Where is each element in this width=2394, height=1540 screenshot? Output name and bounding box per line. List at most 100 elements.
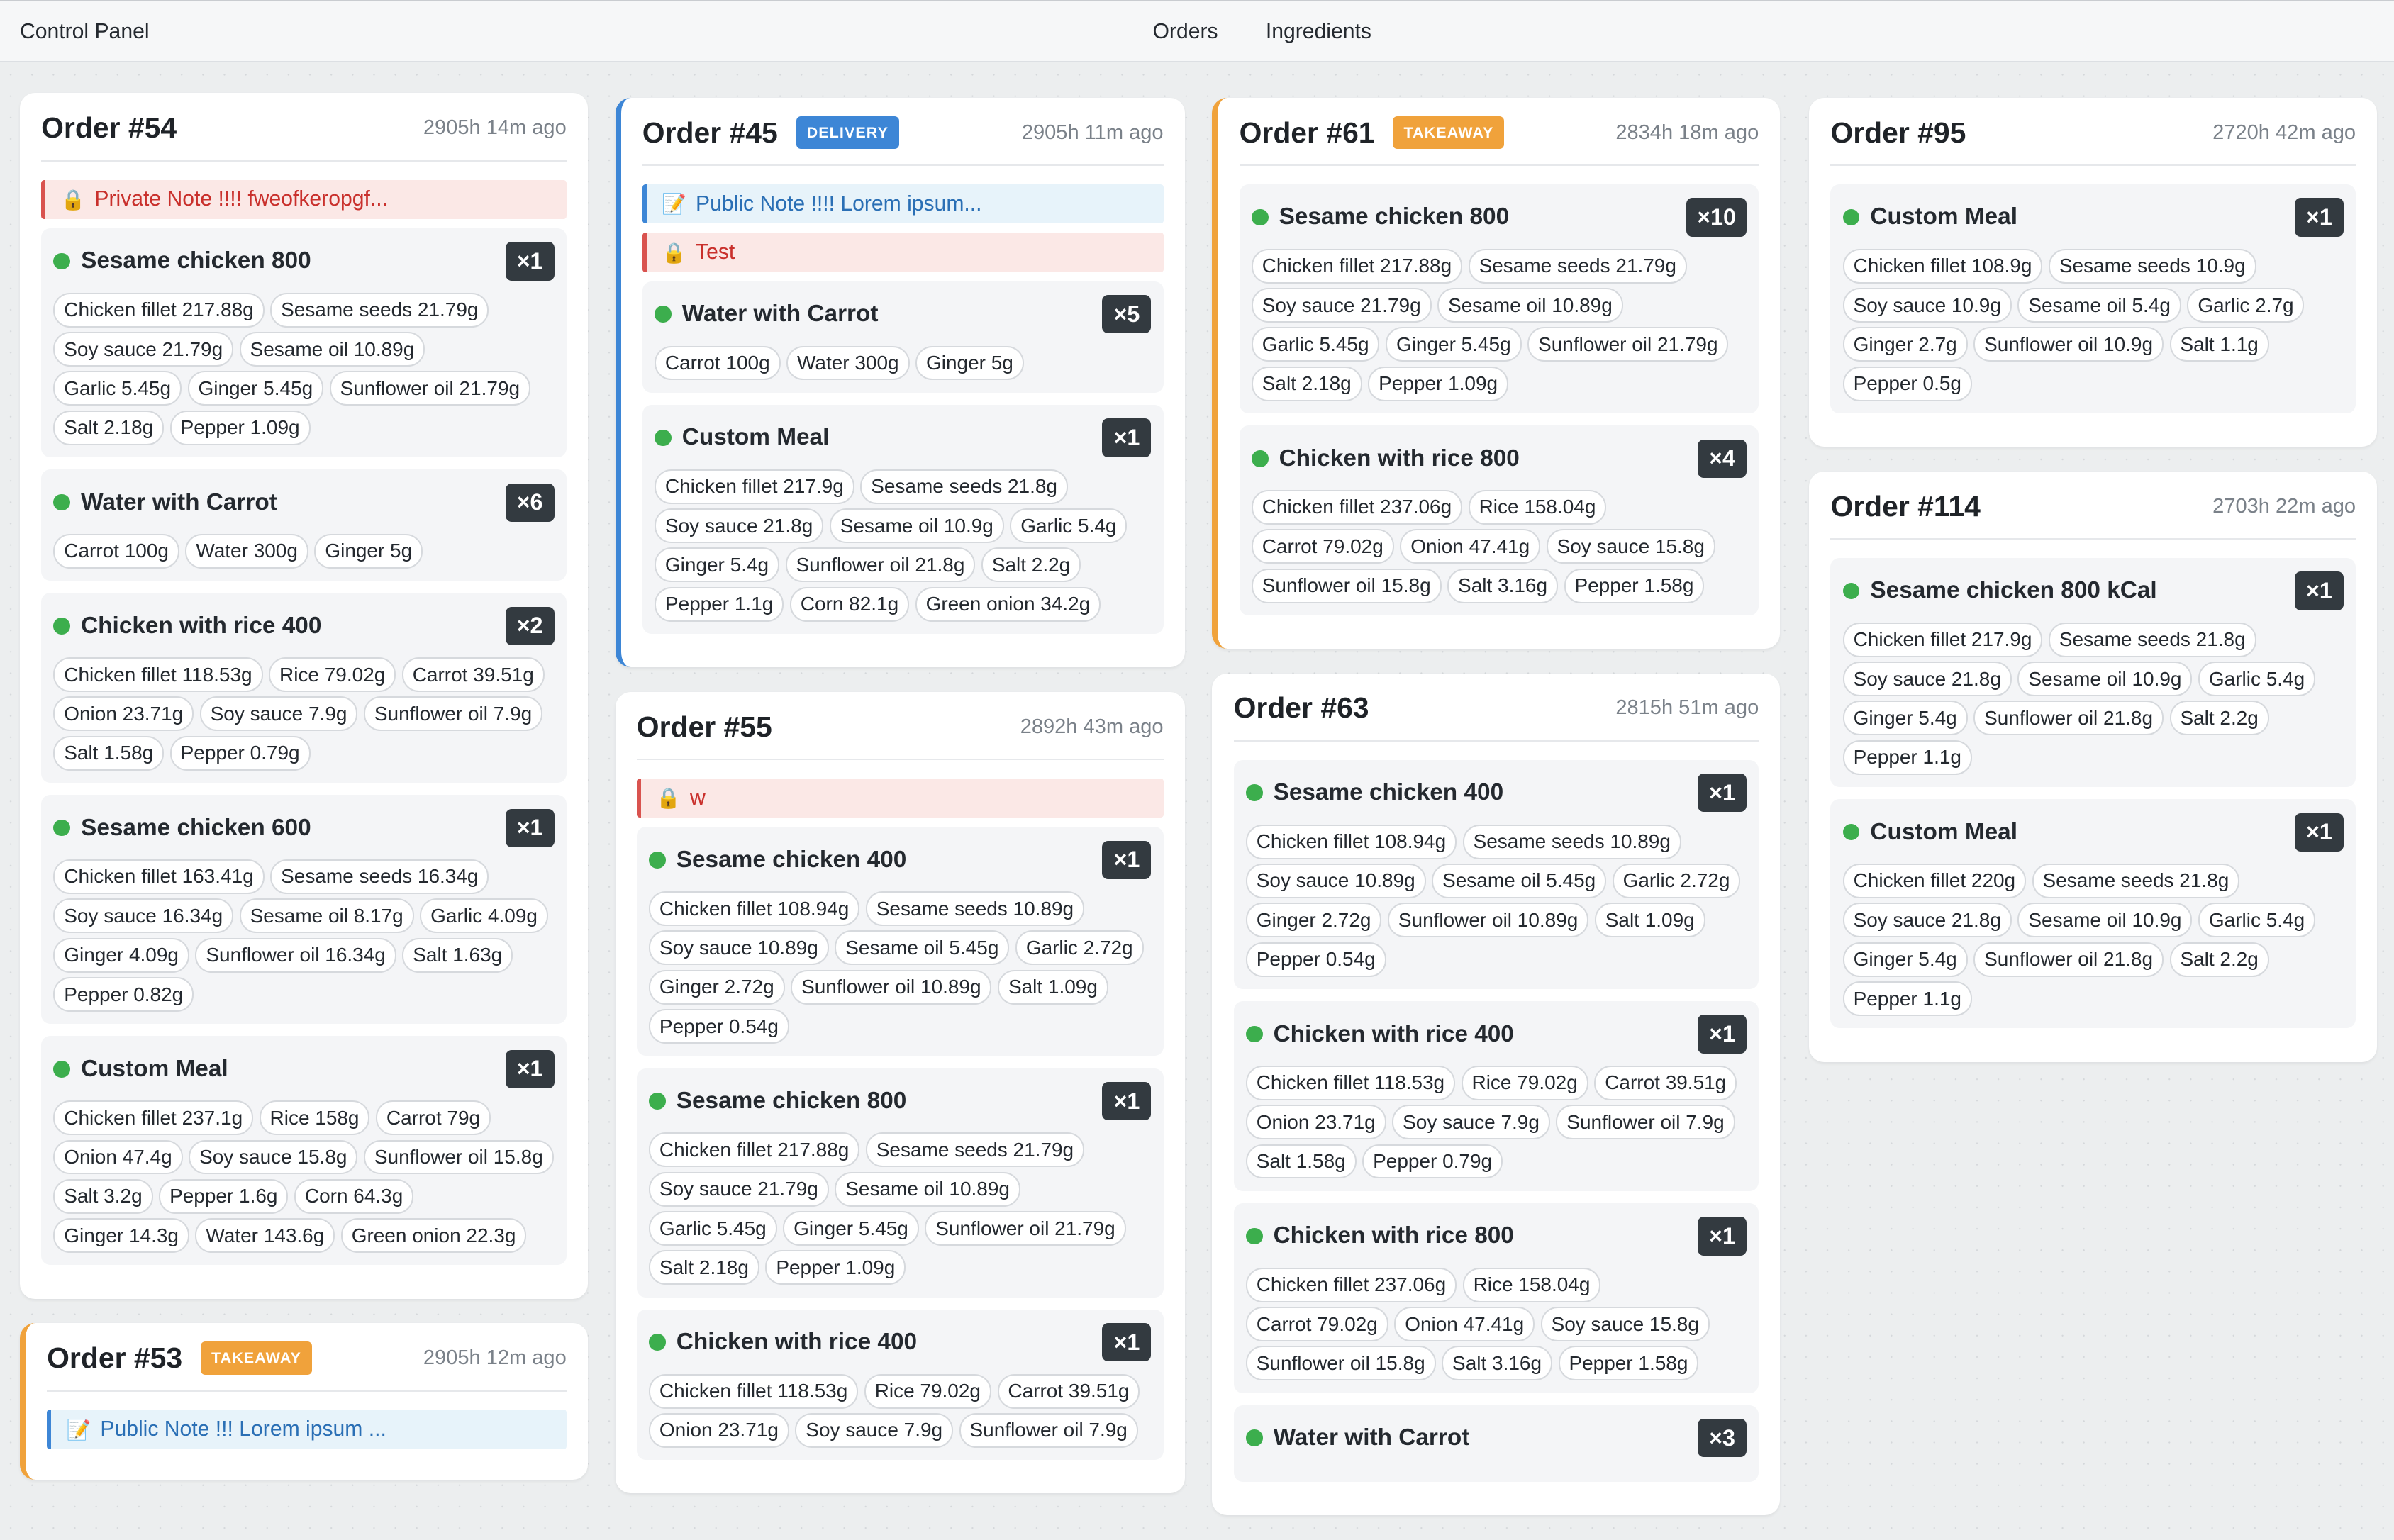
quantity-badge: ×2 [505, 606, 555, 645]
order-title: Order #55 [636, 710, 772, 743]
ingredient-chip: Sesame oil 10.89g [239, 332, 425, 367]
public-note: 📝 Public Note !!! Lorem ipsum ... [47, 1410, 567, 1449]
ingredient-chip: Ginger 5.4g [1842, 942, 1968, 977]
top-navigation-bar: Control Panel Orders Ingredients [0, 0, 2394, 63]
order-time: 2815h 51m ago [1615, 696, 1759, 720]
order-title-group: Order #95 [1830, 116, 1966, 150]
ingredient-chip: Chicken fillet 118.53g [53, 657, 263, 693]
ingredient-chip: Sesame oil 8.17g [239, 898, 414, 934]
order-item-header: Water with Carrot ×6 [53, 483, 555, 522]
ingredient-chip: Onion 47.41g [1400, 529, 1541, 564]
order-item-name-group: Sesame chicken 400 [649, 847, 906, 874]
lock-icon: 🔒 [60, 188, 86, 211]
ingredient-chip: Chicken fillet 217.9g [1842, 622, 2043, 657]
ingredient-chip: Soy sauce 10.89g [1245, 863, 1426, 898]
ingredient-chip: Chicken fillet 217.9g [655, 469, 854, 504]
order-card[interactable]: Order #45 DELIVERY 2905h 11m ago 📝 Public No… [615, 97, 1185, 668]
ingredient-list: Chicken fillet 217.88g Sesame seeds 21.79… [53, 292, 554, 445]
ingredient-list: Chicken fillet 217.9g Sesame seeds 21.8g S… [1842, 622, 2344, 775]
ingredient-chip: Ginger 5g [314, 533, 423, 569]
ingredient-chip: Chicken fillet 237.06g [1251, 490, 1463, 525]
order-time: 2905h 14m ago [423, 116, 567, 140]
ingredient-chip: Garlic 2.7g [2187, 288, 2305, 323]
order-card[interactable]: Order #55 2892h 43m ago 🔒 w Sesame chicken 4… [615, 691, 1185, 1494]
ingredient-list: Chicken fillet 237.1g Rice 158g Carrot 79g… [53, 1100, 554, 1254]
order-item: Sesame chicken 400 ×1 Chicken fillet 108.9… [1233, 759, 1759, 989]
order-item-name: Water with Carrot [681, 301, 879, 328]
nav-ingredients[interactable]: Ingredients [1266, 20, 1371, 44]
ingredient-chip: Sunflower oil 10.89g [1387, 903, 1589, 938]
ingredient-chip: Salt 3.16g [1442, 1346, 1552, 1381]
order-card-header: Order #55 2892h 43m ago [636, 710, 1164, 761]
quantity-badge: ×6 [505, 483, 555, 522]
ingredient-chip: Salt 2.2g [981, 547, 1081, 583]
ingredient-chip: Sesame oil 10.89g [1437, 288, 1623, 323]
order-item: Chicken with rice 400 ×1 Chicken fillet 11… [1233, 1001, 1759, 1191]
order-item-name: Sesame chicken 800 [1279, 203, 1510, 230]
order-item-header: Custom Meal ×1 [1842, 198, 2344, 237]
ingredient-chip: Soy sauce 16.34g [53, 898, 234, 934]
status-dot-icon [53, 819, 71, 837]
order-item-name-group: Chicken with rice 400 [649, 1329, 917, 1356]
orders-column-2: Order #45 DELIVERY 2905h 11m ago 📝 Public No… [615, 97, 1185, 1518]
ingredient-chip: Water 300g [185, 533, 308, 569]
order-item-name-group: Sesame chicken 800 [53, 247, 311, 274]
order-card-header: Order #54 2905h 14m ago [41, 111, 567, 162]
ingredient-chip: Chicken fillet 237.06g [1245, 1267, 1457, 1302]
order-item-header: Custom Meal ×1 [53, 1049, 555, 1088]
order-item-header: Chicken with rice 400 ×2 [53, 606, 555, 645]
ingredient-chip: Salt 1.58g [53, 735, 165, 771]
order-item-header: Sesame chicken 800 ×1 [649, 1081, 1152, 1121]
order-card-header: Order #63 2815h 51m ago [1233, 691, 1759, 742]
order-item-name: Sesame chicken 800 kCal [1870, 577, 2157, 604]
ingredient-list: Chicken fillet 108.94g Sesame seeds 10.89… [649, 891, 1151, 1044]
ingredient-chip: Salt 1.58g [1245, 1144, 1357, 1179]
ingredient-chip: Carrot 39.51g [997, 1373, 1140, 1409]
order-card[interactable]: Order #63 2815h 51m ago Sesame chicken 400… [1212, 673, 1781, 1516]
ingredient-chip: Salt 3.2g [53, 1178, 153, 1214]
status-dot-icon [1245, 784, 1263, 802]
order-item-name-group: Custom Meal [1842, 819, 2017, 846]
ingredient-chip: Ginger 5.45g [783, 1211, 919, 1246]
order-item-header: Sesame chicken 400 ×1 [649, 840, 1152, 879]
order-item-header: Sesame chicken 400 ×1 [1245, 774, 1747, 813]
ingredient-chip: Salt 1.09g [998, 969, 1108, 1005]
ingredient-chip: Pepper 1.09g [1368, 366, 1508, 401]
order-item: Sesame chicken 800 ×1 Chicken fillet 217.8… [41, 228, 567, 457]
order-card[interactable]: Order #61 TAKEAWAY 2834h 18m ago Sesame chi… [1212, 97, 1781, 649]
order-card[interactable]: Order #95 2720h 42m ago Custom Meal ×1 Chick… [1809, 97, 2378, 447]
nav-orders[interactable]: Orders [1153, 20, 1218, 44]
quantity-badge: ×1 [2294, 198, 2344, 237]
order-card-header: Order #95 2720h 42m ago [1830, 116, 2356, 167]
ingredient-chip: Onion 47.4g [53, 1139, 183, 1175]
order-item-header: Sesame chicken 800 kCal ×1 [1842, 571, 2344, 610]
note-text: Private Note !!!! fweofkeropgf... [94, 187, 388, 211]
ingredient-chip: Salt 2.18g [649, 1250, 759, 1285]
ingredient-chip: Sunflower oil 21.79g [925, 1211, 1126, 1246]
order-card[interactable]: Order #114 2703h 22m ago Sesame chicken 80… [1809, 471, 2378, 1062]
status-dot-icon [655, 429, 672, 447]
ingredient-chip: Chicken fillet 217.88g [53, 292, 265, 328]
order-item: Custom Meal ×1 Chicken fillet 220g Sesame s… [1830, 799, 2356, 1029]
order-item-name: Chicken with rice 400 [676, 1329, 918, 1356]
note-text: Test [696, 240, 735, 264]
order-item-name: Water with Carrot [81, 489, 277, 515]
order-card[interactable]: Order #54 2905h 14m ago 🔒 Private Note !!!!… [19, 93, 588, 1299]
orders-column-1: Order #54 2905h 14m ago 🔒 Private Note !!!!… [19, 93, 588, 1504]
order-title: Order #45 [642, 116, 778, 149]
ingredient-chip: Sesame seeds 21.79g [1468, 248, 1687, 284]
status-dot-icon [53, 493, 71, 511]
ingredient-chip: Soy sauce 10.89g [649, 930, 829, 966]
order-item: Custom Meal ×1 Chicken fillet 237.1g Rice 1… [41, 1036, 567, 1266]
order-title: Order #114 [1830, 489, 1981, 523]
ingredient-chip: Sunflower oil 15.8g [363, 1139, 554, 1175]
ingredient-chip: Pepper 1.09g [169, 410, 311, 445]
order-item-name-group: Sesame chicken 800 kCal [1842, 577, 2157, 604]
ingredient-chip: Sesame oil 5.45g [835, 930, 1010, 966]
ingredient-chip: Chicken fillet 220g [1842, 863, 2027, 898]
order-title: Order #95 [1830, 116, 1966, 149]
status-dot-icon [1251, 208, 1269, 226]
ingredient-chip: Sesame seeds 21.8g [2048, 622, 2256, 657]
order-item-name-group: Sesame chicken 800 [1251, 203, 1510, 230]
order-card[interactable]: Order #53 TAKEAWAY 2905h 12m ago 📝 Public No… [19, 1323, 588, 1480]
